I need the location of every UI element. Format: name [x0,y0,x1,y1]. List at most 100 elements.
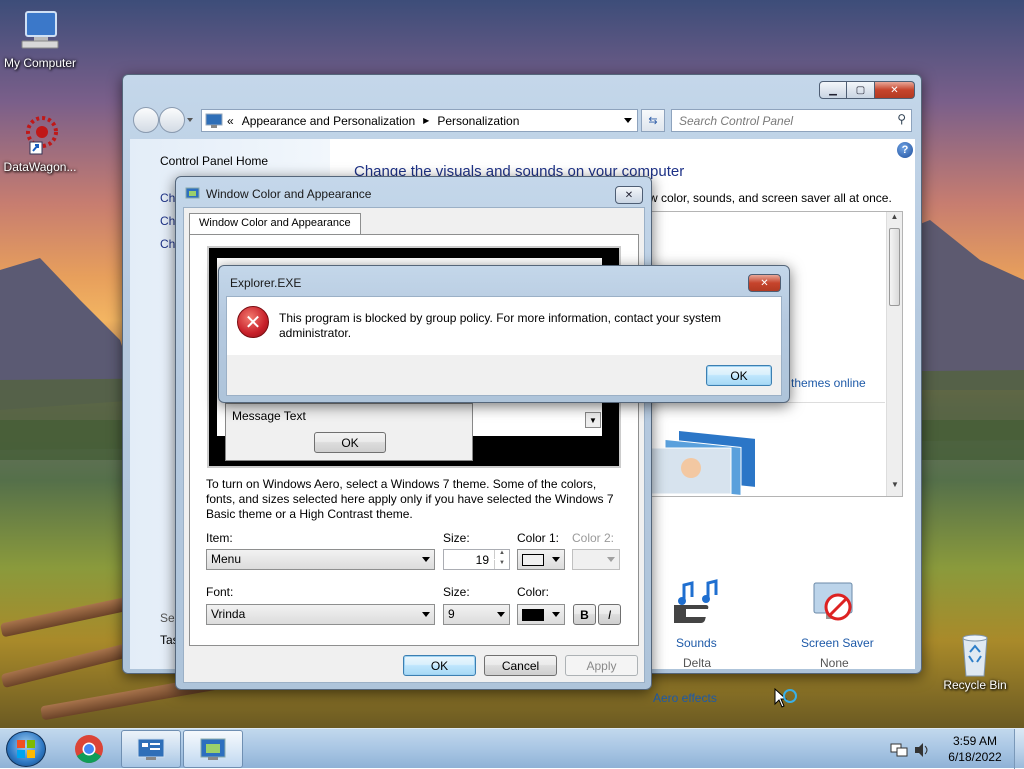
page-subheading: w color, sounds, and screen saver all at… [649,191,892,205]
network-icon[interactable] [890,742,908,758]
forward-button[interactable] [159,107,185,133]
screen-saver-icon[interactable] [808,579,860,631]
desktop-icon-recycle-bin[interactable]: Recycle Bin [935,632,1015,692]
clock-date: 6/18/2022 [948,750,1002,764]
item-label: Item: [206,531,233,545]
address-dropdown-icon[interactable] [624,118,632,123]
error-dialog-title: Explorer.EXE [230,276,302,290]
tab-window-color[interactable]: Window Color and Appearance [189,213,361,235]
sounds-value: Delta [683,656,712,670]
datawagon-shortcut-icon [18,114,62,156]
error-message: This program is blocked by group policy.… [279,311,721,340]
sidebar-home-link[interactable]: Control Panel Home [160,154,268,168]
stepper-up-icon[interactable]: ▲ [494,550,509,559]
chrome-icon [75,735,103,763]
recycle-bin-icon [953,632,997,677]
sidebar-link-mouse-pointers[interactable]: Ch [160,214,175,228]
preview-ok-button: OK [314,432,386,453]
chevron-down-icon [552,557,560,562]
minimize-button[interactable]: ▁ [819,81,847,99]
aero-description: To turn on Windows Aero, select a Window… [206,477,614,521]
font-size-select[interactable]: 9 [443,604,510,625]
windows-logo-icon [17,740,35,758]
desktop-icon-datawagon[interactable]: DataWagon... [0,114,80,174]
color1-picker[interactable] [517,549,565,570]
screen-saver-label[interactable]: Screen Saver [801,636,874,650]
appearance-dialog-icon [185,187,200,199]
volume-icon[interactable] [913,742,931,758]
chevron-down-icon [607,557,615,562]
get-themes-online-link[interactable]: themes online [791,376,866,390]
taskbar-appearance-button[interactable] [183,730,243,768]
help-icon[interactable]: ? [897,142,913,158]
refresh-button[interactable]: ⇆ [641,109,665,132]
error-dialog-close-button[interactable]: ✕ [748,274,781,292]
size-stepper[interactable]: 19 ▲ ▼ [443,549,510,570]
chevron-down-icon [422,557,430,562]
close-button[interactable]: ✕ [875,81,915,99]
desktop-icon-label: DataWagon... [3,160,77,174]
font-color-swatch [522,609,544,621]
clock-time: 3:59 AM [952,734,998,748]
error-message-area: ✕ This program is blocked by group polic… [227,297,781,355]
italic-toggle[interactable]: I [598,604,621,625]
error-dialog: Explorer.EXE ✕ ✕ This program is blocked… [218,265,790,403]
breadcrumb-appearance[interactable]: Appearance and Personalization [242,114,415,128]
chevron-down-icon [552,612,560,617]
breadcrumb-separator-icon: ▶ [423,116,430,125]
window-caption-buttons: ▁ ▢ ✕ [819,81,915,99]
clock[interactable]: 3:59 AM 6/18/2022 [940,733,1010,765]
font-select[interactable]: Vrinda [206,604,435,625]
preview-message-box: Message Text OK [225,403,473,461]
font-color-label: Color: [517,585,550,599]
scroll-up-icon[interactable]: ▲ [887,212,902,228]
font-label: Font: [206,585,234,599]
theme-thumbnail-icon[interactable] [651,424,761,496]
error-dialog-body: ✕ This program is blocked by group polic… [226,296,782,396]
error-dialog-caption: ✕ [748,274,781,292]
search-icon: ⚲ [897,112,906,126]
chevron-down-icon [497,612,505,617]
sounds-label[interactable]: Sounds [676,636,717,650]
start-button[interactable] [6,731,46,767]
theme-list-scrollbar[interactable]: ▲ ▼ [886,212,902,496]
show-desktop-button[interactable] [1014,729,1024,769]
back-button[interactable] [133,107,159,133]
stepper-down-icon[interactable]: ▼ [494,560,509,569]
cancel-button[interactable]: Cancel [484,655,557,676]
aero-effects-link[interactable]: Aero effects [653,691,717,705]
color2-picker[interactable] [572,549,620,570]
sidebar-link-account-picture[interactable]: Ch [160,237,175,251]
font-size-label: Size: [443,585,470,599]
font-color-picker[interactable] [517,604,565,625]
item-select[interactable]: Menu [206,549,435,570]
recent-pages-dropdown[interactable] [187,118,193,122]
scroll-down-icon[interactable]: ▼ [887,480,903,496]
size-stepper-value: 19 [475,553,489,567]
font-select-value: Vrinda [211,607,246,621]
appearance-dialog: Window Color and Appearance ✕ Window Col… [175,176,652,690]
screen-saver-value: None [820,656,849,670]
taskbar-control-panel-button[interactable] [121,730,181,768]
apply-button[interactable]: Apply [565,655,638,676]
appearance-dialog-title: Window Color and Appearance [206,187,372,201]
desktop-icon-my-computer[interactable]: My Computer [0,10,80,70]
scrollbar-thumb[interactable] [889,228,900,306]
taskbar: 3:59 AM 6/18/2022 [0,728,1024,769]
appearance-dialog-close-button[interactable]: ✕ [615,186,643,204]
font-size-value: 9 [448,607,455,621]
bold-toggle[interactable]: B [573,604,596,625]
search-input[interactable]: Search Control Panel ⚲ [671,109,912,132]
maximize-button[interactable]: ▢ [847,81,875,99]
control-panel-taskbar-icon [137,738,165,760]
appearance-taskbar-icon [200,738,226,760]
error-ok-button[interactable]: OK [706,365,772,386]
ok-button[interactable]: OK [403,655,476,676]
color1-swatch [522,554,544,566]
breadcrumb-personalization[interactable]: Personalization [437,114,519,128]
taskbar-chrome-button[interactable] [60,731,118,767]
sounds-icon[interactable] [674,579,726,631]
address-bar[interactable]: « Appearance and Personalization ▶ Perso… [201,109,638,132]
address-prefix: « [227,113,234,128]
sidebar-link-desktop-icons[interactable]: Ch [160,191,175,205]
